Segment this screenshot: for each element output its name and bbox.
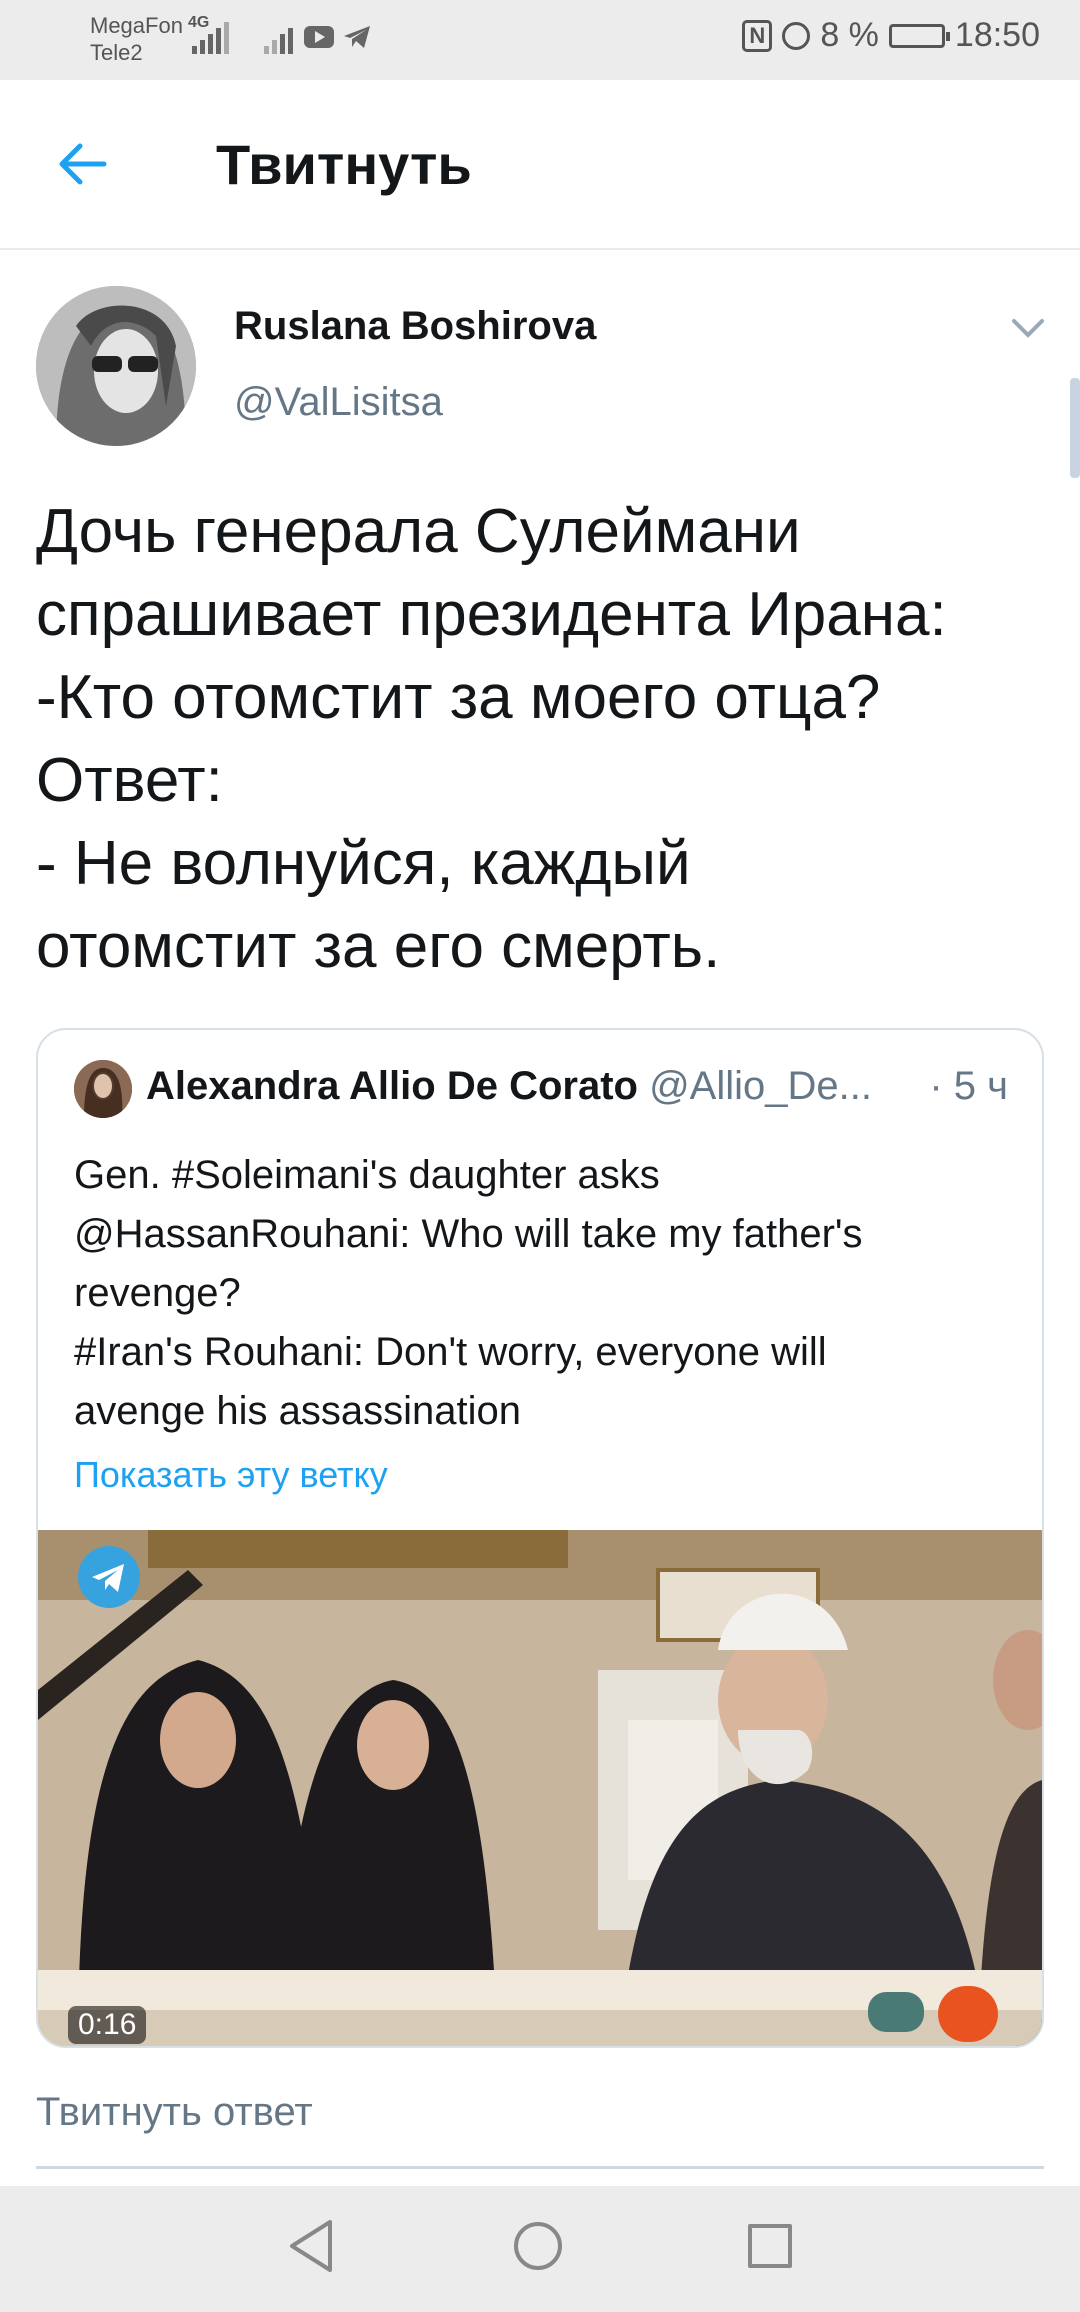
- telegram-icon: [78, 1546, 140, 1608]
- author-avatar[interactable]: [36, 286, 196, 446]
- status-bar: MegaFon Tele2 4G N 8 % 18:50: [0, 0, 1080, 80]
- tweet-line: Дочь генерала Сулеймани: [36, 497, 801, 566]
- back-arrow-icon[interactable]: [52, 136, 112, 192]
- signal-icon-2: [264, 18, 293, 54]
- clock: 18:50: [954, 16, 1040, 54]
- youtube-icon: [304, 26, 334, 48]
- carrier-2: Tele2: [90, 40, 143, 65]
- quoted-header: Alexandra Allio De Corato @Allio_De...: [146, 1064, 872, 1109]
- video-frame: [38, 1530, 1042, 2046]
- scroll-indicator: [1070, 378, 1080, 478]
- author-handle[interactable]: @ValLisitsa: [234, 380, 443, 425]
- carrier-1: MegaFon: [90, 13, 183, 38]
- battery-icon: [888, 23, 950, 48]
- tweet-line: - Не волнуйся, каждый: [36, 829, 691, 898]
- status-right: N 8 % 18:50: [742, 16, 1040, 55]
- tweet-text: Дочь генерала Сулеймани спрашивает прези…: [36, 490, 1056, 988]
- carrier-names: MegaFon Tele2: [90, 12, 183, 66]
- nfc-icon: N: [742, 19, 773, 52]
- tweet-line: спрашивает президента Ирана:: [36, 580, 947, 649]
- notification-icons: [304, 24, 372, 50]
- chevron-down-icon[interactable]: [1010, 316, 1046, 340]
- page-title: Твитнуть: [216, 133, 472, 196]
- system-nav-bar: [0, 2186, 1080, 2312]
- quoted-tweet[interactable]: Alexandra Allio De Corato @Allio_De... ·…: [36, 1028, 1044, 2048]
- alarm-icon: [782, 21, 811, 50]
- quoted-author-avatar: [74, 1060, 132, 1118]
- show-thread-link[interactable]: Показать эту ветку: [74, 1454, 388, 1496]
- signal-icon: [192, 18, 229, 54]
- top-app-bar: Твитнуть: [0, 80, 1080, 250]
- nav-home-icon[interactable]: [514, 2222, 562, 2270]
- quoted-line: revenge?: [74, 1271, 241, 1315]
- tweet-line: -Кто отомстит за моего отца?: [36, 663, 881, 732]
- reply-input[interactable]: Твитнуть ответ: [36, 2090, 313, 2135]
- tweet-line: отомстит за его смерть.: [36, 912, 721, 981]
- avatar-photo: [36, 286, 196, 446]
- video-thumbnail[interactable]: 0:16: [38, 1530, 1042, 2046]
- battery-percent: 8 %: [820, 16, 879, 54]
- quoted-author-name: Alexandra Allio De Corato: [146, 1064, 638, 1108]
- quoted-author-handle: @Allio_De...: [649, 1064, 872, 1108]
- quoted-line: avenge his assassination: [74, 1389, 521, 1433]
- reply-underline: [36, 2166, 1044, 2169]
- quoted-time: · 5 ч: [929, 1064, 1008, 1108]
- quoted-text: Gen. #Soleimani's daughter asks @HassanR…: [74, 1146, 1014, 1441]
- quoted-line: @HassanRouhani: Who will take my father'…: [74, 1212, 863, 1256]
- video-duration: 0:16: [68, 2006, 147, 2044]
- author-name[interactable]: Ruslana Boshirova: [234, 304, 596, 349]
- quoted-line: Gen. #Soleimani's daughter asks: [74, 1153, 660, 1197]
- quoted-line: #Iran's Rouhani: Don't worry, everyone w…: [74, 1330, 827, 1374]
- tweet-line: Ответ:: [36, 746, 223, 815]
- telegram-icon: [344, 26, 370, 48]
- nav-back-icon[interactable]: [286, 2216, 336, 2276]
- nav-recents-icon[interactable]: [748, 2224, 792, 2268]
